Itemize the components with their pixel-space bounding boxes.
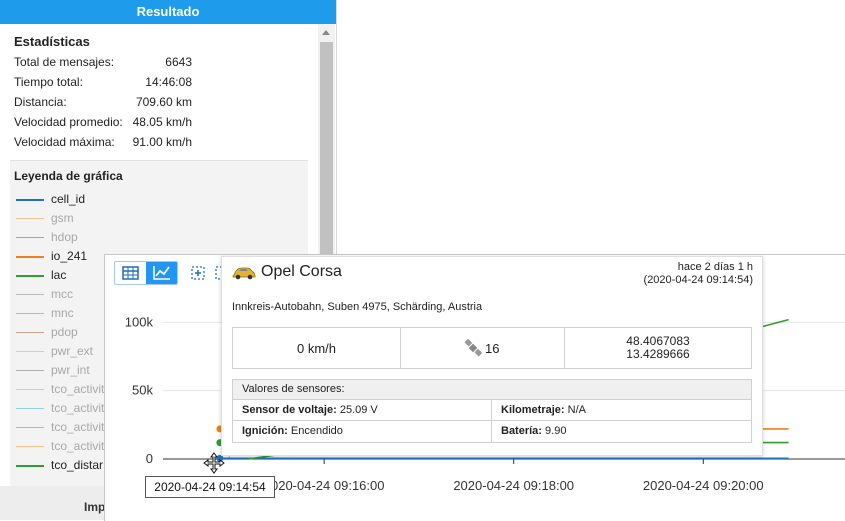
stat-row: Total de mensajes: 6643 xyxy=(14,52,192,72)
legend-swatch xyxy=(16,427,44,428)
legend-label: pdop xyxy=(51,325,78,339)
legend-label: tco_activit xyxy=(51,401,105,415)
legend-swatch xyxy=(16,313,44,314)
legend-swatch xyxy=(16,351,44,352)
time-ago: hace 2 días 1 h xyxy=(677,261,753,273)
zoom-select-icon xyxy=(191,266,205,280)
legend-label: io_241 xyxy=(51,249,88,263)
graph-view-button[interactable] xyxy=(146,262,177,284)
legend-label: pwr_ext xyxy=(51,344,94,358)
y-tick-label: 50k xyxy=(132,383,153,398)
legend-swatch xyxy=(16,446,44,447)
sensor-battery: Batería: 9.90 xyxy=(501,421,566,441)
stat-value: 48.05 km/h xyxy=(132,115,192,129)
location-popup: Opel Corsa hace 2 días 1 h (2020-04-24 0… xyxy=(221,256,763,456)
legend-label: lac xyxy=(51,268,67,282)
print-button-label[interactable]: Imp xyxy=(84,500,105,514)
address: Innkreis-Autobahn, Suben 4975, Schärding… xyxy=(232,301,483,313)
legend-label: hdop xyxy=(51,230,78,244)
table-view-button[interactable] xyxy=(115,262,145,284)
scroll-thumb[interactable] xyxy=(320,42,333,272)
legend-label: tco_activit xyxy=(51,439,105,453)
satellite-count: 16 xyxy=(485,341,500,356)
x-tick-label: 2020-04-24 09:18:00 xyxy=(453,478,574,493)
y-tick-label: 0 xyxy=(146,451,153,466)
crosshair-time-tooltip: 2020-04-24 09:14:54 xyxy=(145,476,275,498)
legend-swatch xyxy=(16,256,44,258)
stat-value: 709.60 km xyxy=(135,95,192,109)
speed-cell: 0 km/h xyxy=(233,328,401,368)
sensor-value: Encendido xyxy=(290,425,343,437)
scroll-up-arrow-icon[interactable] xyxy=(322,30,330,35)
longitude: 13.4289666 xyxy=(626,347,690,361)
legend-label: tco_distar xyxy=(51,458,104,472)
stat-label: Distancia: xyxy=(14,95,67,109)
sensor-value: 25.09 V xyxy=(339,404,378,416)
sensor-label: Batería: xyxy=(501,425,542,437)
satellites-cell: 16 xyxy=(401,328,565,368)
table-icon xyxy=(122,266,139,280)
legend-swatch xyxy=(16,332,44,333)
legend-swatch xyxy=(16,370,44,371)
legend-label: mnc xyxy=(51,306,74,320)
legend-label: tco_activit xyxy=(51,382,105,396)
latitude: 48.4067083 xyxy=(626,334,690,348)
car-icon xyxy=(232,267,256,280)
stat-label: Tiempo total: xyxy=(14,75,83,89)
message-time: (2020-04-24 09:14:54) xyxy=(643,274,753,286)
sensor-voltage: Sensor de voltaje: 25.09 V xyxy=(242,400,378,420)
view-toggle xyxy=(114,261,178,285)
info-grid: 0 km/h 16 48.4067083 13.4289666 xyxy=(232,327,752,369)
legend-label: mcc xyxy=(51,287,73,301)
zoom-select-button[interactable] xyxy=(191,263,209,281)
sensor-col-divider xyxy=(491,400,492,442)
stat-value: 6643 xyxy=(165,55,192,69)
vehicle-name: Opel Corsa xyxy=(261,263,342,280)
x-tick-label: 2020-04-24 09:16:00 xyxy=(264,478,385,493)
legend-swatch xyxy=(16,199,44,201)
legend-swatch xyxy=(16,465,44,467)
sensor-mileage: Kilometraje: N/A xyxy=(501,400,586,420)
legend-label: gsm xyxy=(51,211,74,225)
line-chart-icon xyxy=(153,266,170,280)
legend-swatch xyxy=(16,218,44,219)
legend-label: tco_activit xyxy=(51,420,105,434)
stat-value: 91.00 km/h xyxy=(132,135,192,149)
panel-header: Resultado xyxy=(0,0,336,24)
sensor-label: Sensor de voltaje: xyxy=(242,404,337,416)
sensor-table: Valores de sensores: Sensor de voltaje: … xyxy=(232,379,752,443)
sensor-label: Ignición: xyxy=(242,425,288,437)
sensor-ignition: Ignición: Encendido xyxy=(242,421,343,441)
legend-swatch xyxy=(16,408,44,409)
stat-row: Distancia: 709.60 km xyxy=(14,92,192,112)
speed-value: 0 km/h xyxy=(296,341,336,356)
stat-label: Velocidad máxima: xyxy=(14,135,115,149)
legend-swatch xyxy=(16,237,44,238)
sensor-value: N/A xyxy=(567,404,586,416)
stat-label: Total de mensajes: xyxy=(14,55,115,69)
y-tick-label: 100k xyxy=(125,314,154,329)
legend-swatch xyxy=(16,275,44,277)
coordinates-cell: 48.4067083 13.4289666 xyxy=(565,328,751,368)
sensor-label: Kilometraje: xyxy=(501,404,565,416)
stat-label: Velocidad promedio: xyxy=(14,115,123,129)
sensor-value: 9.90 xyxy=(545,425,567,437)
sensor-header-label: Valores de sensores: xyxy=(242,383,345,395)
stat-value: 14:46:08 xyxy=(145,75,192,89)
stat-row: Velocidad promedio: 48.05 km/h xyxy=(14,112,192,132)
stat-row: Tiempo total: 14:46:08 xyxy=(14,72,192,92)
stats-title: Estadísticas xyxy=(14,34,90,49)
legend-label: cell_id xyxy=(51,192,86,206)
stat-row: Velocidad máxima: 91.00 km/h xyxy=(14,132,192,152)
satellite-icon xyxy=(464,339,482,357)
legend-swatch xyxy=(16,389,44,390)
x-tick-label: 2020-04-24 09:20:00 xyxy=(643,478,764,493)
legend-title: Leyenda de gráfica xyxy=(14,169,123,183)
legend-swatch xyxy=(16,294,44,295)
legend-label: pwr_int xyxy=(51,363,90,377)
sensor-table-header: Valores de sensores: xyxy=(233,380,751,400)
move-cursor-icon xyxy=(203,452,225,474)
